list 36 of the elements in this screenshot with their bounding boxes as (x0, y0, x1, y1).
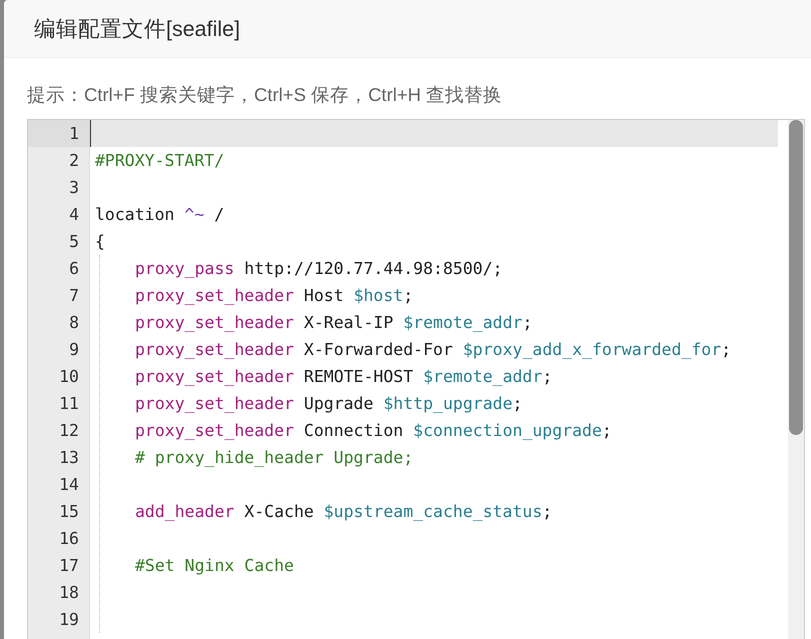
line-number: 6 (68, 258, 80, 280)
line-number: 2 (68, 150, 80, 172)
code-line: proxy_set_header X-Real-IP $remote_addr; (134, 312, 534, 334)
code-line: add_header X-Cache $upstream_cache_status; (134, 501, 554, 523)
line-number: 5 (68, 231, 80, 253)
code-line: proxy_set_header X-Forwarded-For $proxy_add_x_forwarded_for; (134, 339, 732, 361)
line-number: 16 (58, 528, 80, 550)
code-line: #PROXY-START/ (94, 150, 226, 172)
hint-text: 提示：Ctrl+F 搜索关键字，Ctrl+S 保存，Ctrl+H 查找替换 (27, 83, 504, 107)
code-line: proxy_set_header REMOTE-HOST $remote_addr; (134, 366, 554, 388)
line-number: 4 (68, 204, 80, 226)
line-number: 12 (58, 420, 80, 442)
line-number: 9 (68, 339, 80, 361)
code-line: { (94, 231, 106, 253)
line-number: 3 (68, 177, 80, 199)
line-number: 13 (58, 447, 80, 469)
code-editor[interactable] (27, 119, 805, 639)
code-line: location ^~ / (94, 204, 226, 226)
code-line: proxy_set_header Connection $connection_upgrade; (134, 420, 613, 442)
code-line: proxy_pass http://120.77.44.98:8500/; (134, 258, 504, 280)
code-line: # proxy_hide_header Upgrade; (134, 447, 414, 469)
line-number: 14 (58, 474, 80, 496)
line-number: 8 (68, 312, 80, 334)
code-line: proxy_set_header Host $host; (134, 285, 414, 307)
line-number: 15 (58, 501, 80, 523)
code-line: proxy_set_header Upgrade $http_upgrade; (134, 393, 524, 415)
line-number: 7 (68, 285, 80, 307)
line-number: 10 (58, 366, 80, 388)
line-number: 17 (58, 555, 80, 577)
line-number: 19 (58, 609, 80, 631)
code-line: #Set Nginx Cache (134, 555, 295, 577)
dialog-title: 编辑配置文件[seafile] (34, 16, 240, 43)
scrollbar-thumb[interactable] (789, 120, 803, 435)
line-number: 1 (28, 120, 89, 147)
line-number: 11 (58, 393, 80, 415)
line-number: 18 (58, 582, 80, 604)
